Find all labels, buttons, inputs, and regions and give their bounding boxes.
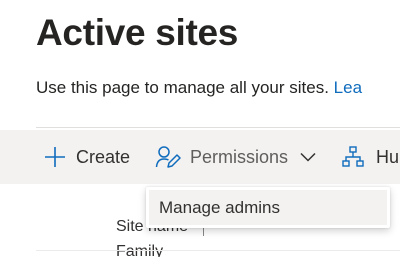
header-divider — [36, 127, 400, 128]
hub-button-label: Hu — [376, 146, 400, 167]
hub-button[interactable]: Hu — [342, 130, 399, 184]
learn-more-link[interactable]: Lea — [334, 78, 362, 97]
plus-icon — [44, 146, 66, 168]
active-sites-page: Active sites Use this page to manage all… — [0, 0, 400, 257]
permissions-button[interactable]: Permissions — [155, 130, 316, 184]
table-header-divider — [36, 250, 400, 251]
chevron-down-icon — [300, 152, 316, 162]
menu-item-manage-admins[interactable]: Manage admins — [149, 190, 387, 225]
create-button-label: Create — [76, 146, 131, 167]
permissions-dropdown-menu: Manage admins — [146, 187, 390, 228]
page-title: Active sites — [36, 12, 239, 53]
person-edit-icon — [155, 145, 181, 169]
command-bar: Create Permissions Hu — [0, 130, 400, 184]
create-button[interactable]: Create — [44, 130, 130, 184]
hub-org-chart-icon — [342, 146, 364, 168]
permissions-button-label: Permissions — [190, 146, 289, 167]
page-description: Use this page to manage all your sites. … — [36, 78, 362, 98]
page-description-text: Use this page to manage all your sites. — [36, 78, 334, 97]
